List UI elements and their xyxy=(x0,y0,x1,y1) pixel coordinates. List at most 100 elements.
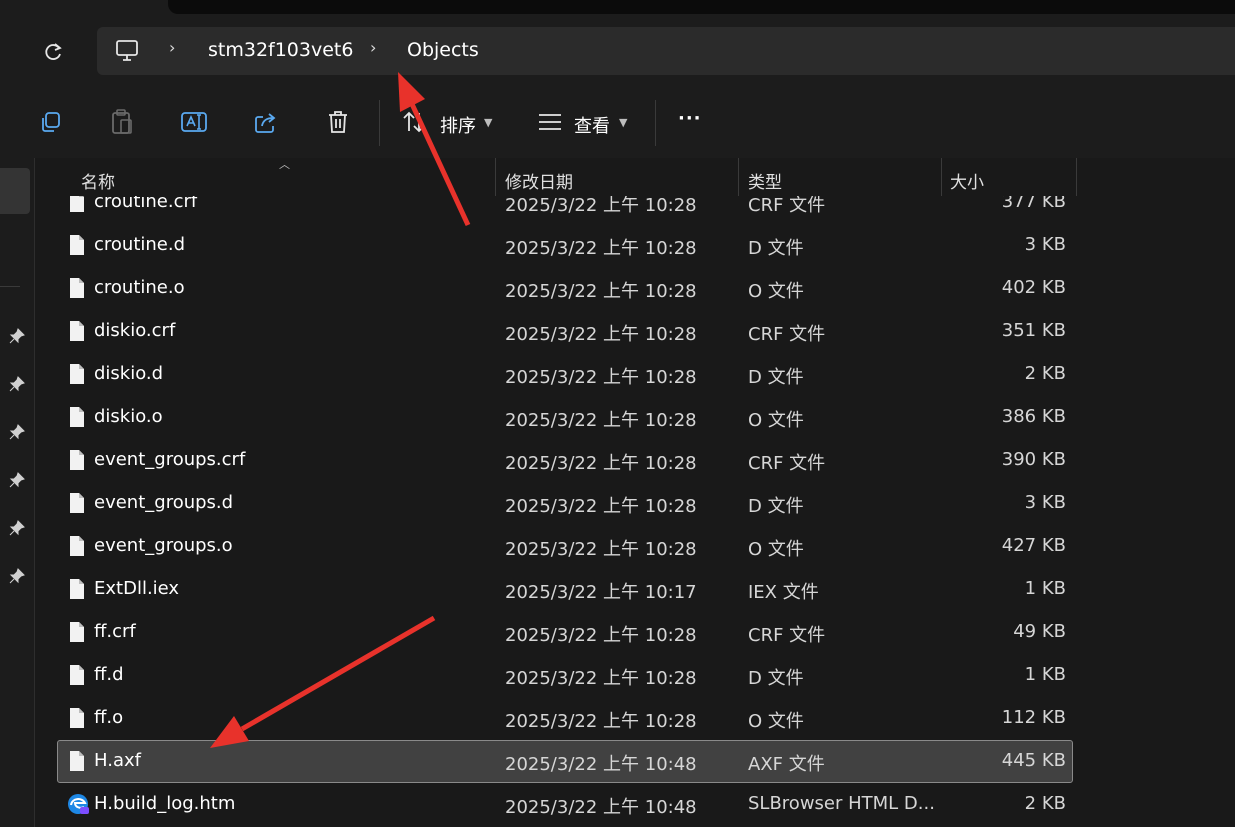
pin-icon[interactable] xyxy=(9,424,25,440)
file-row[interactable]: ExtDll.iex 2025/3/22 上午 10:17 IEX 文件 1 KB xyxy=(57,568,1073,611)
file-date: 2025/3/22 上午 10:28 xyxy=(505,625,697,646)
file-date: 2025/3/22 上午 10:48 xyxy=(505,797,697,818)
file-type: O 文件 xyxy=(748,539,804,560)
file-type: O 文件 xyxy=(748,711,804,732)
paste-icon xyxy=(112,109,132,134)
file-row[interactable]: event_groups.d 2025/3/22 上午 10:28 D 文件 3 KB xyxy=(57,482,1073,525)
file-date: 2025/3/22 上午 10:28 xyxy=(505,496,697,517)
breadcrumb-item-objects[interactable]: Objects xyxy=(407,39,479,61)
delete-button[interactable] xyxy=(322,106,354,138)
document-icon xyxy=(70,622,84,642)
share-button[interactable] xyxy=(250,106,282,138)
file-date: 2025/3/22 上午 10:28 xyxy=(505,410,697,431)
file-list: croutine.crf 2025/3/22 上午 10:28 CRF 文件 377 … xyxy=(35,158,1235,827)
sort-icon-button[interactable] xyxy=(398,106,430,138)
chevron-down-icon[interactable]: ▼ xyxy=(484,116,492,129)
file-date: 2025/3/22 上午 10:28 xyxy=(505,453,697,474)
file-row[interactable]: diskio.d 2025/3/22 上午 10:28 D 文件 2 KB xyxy=(57,353,1073,396)
sort-button[interactable]: 排序 xyxy=(440,112,476,138)
document-icon xyxy=(70,493,84,513)
refresh-button[interactable] xyxy=(38,37,68,67)
file-row[interactable]: H.build_log.htm 2025/3/22 上午 10:48 SLBrows… xyxy=(57,783,1073,826)
file-name: H.build_log.htm xyxy=(94,793,236,814)
column-header-bar: ︿ 名称 修改日期 类型 大小 xyxy=(35,158,1235,196)
file-name: event_groups.o xyxy=(94,535,233,556)
column-divider[interactable] xyxy=(1076,158,1077,196)
file-date: 2025/3/22 上午 10:28 xyxy=(505,539,697,560)
document-icon xyxy=(70,751,84,771)
file-row[interactable]: H.axf 2025/3/22 上午 10:48 AXF 文件 445 KB xyxy=(57,740,1073,783)
this-pc-icon[interactable] xyxy=(115,39,141,63)
file-row[interactable]: event_groups.o 2025/3/22 上午 10:28 O 文件 427 … xyxy=(57,525,1073,568)
rename-button[interactable] xyxy=(178,106,210,138)
file-size: 49 KB xyxy=(1013,621,1066,642)
breadcrumb-separator[interactable]: › xyxy=(169,38,175,57)
file-size: 386 KB xyxy=(1001,406,1066,427)
paste-button[interactable] xyxy=(106,106,138,138)
column-header-name[interactable]: 名称 xyxy=(71,158,495,196)
chevron-down-icon[interactable]: ▼ xyxy=(619,116,627,129)
document-icon xyxy=(70,407,84,427)
file-row[interactable]: croutine.d 2025/3/22 上午 10:28 D 文件 3 KB xyxy=(57,224,1073,267)
file-size: 2 KB xyxy=(1024,363,1066,384)
file-name: ExtDll.iex xyxy=(94,578,180,599)
file-name: diskio.o xyxy=(94,406,163,427)
toolbar-divider xyxy=(379,100,380,146)
sidebar-selected-item[interactable] xyxy=(0,168,30,214)
file-name: event_groups.crf xyxy=(94,449,246,470)
file-type: D 文件 xyxy=(748,496,804,517)
view-icon-button[interactable] xyxy=(534,106,566,138)
column-header-name-label: 名称 xyxy=(81,173,115,193)
file-type: O 文件 xyxy=(748,281,804,302)
file-name: H.axf xyxy=(94,750,141,771)
document-icon xyxy=(70,235,84,255)
file-row[interactable]: event_groups.crf 2025/3/22 上午 10:28 CRF 文件… xyxy=(57,439,1073,482)
document-icon xyxy=(70,665,84,685)
file-date: 2025/3/22 上午 10:28 xyxy=(505,668,697,689)
breadcrumb-item-stm32f103vet6[interactable]: stm32f103vet6 xyxy=(208,39,353,61)
pin-icon[interactable] xyxy=(9,376,25,392)
file-type: CRF 文件 xyxy=(748,625,826,646)
view-button[interactable]: 查看 xyxy=(574,112,610,138)
file-date: 2025/3/22 上午 10:28 xyxy=(505,281,697,302)
file-row[interactable]: diskio.o 2025/3/22 上午 10:28 O 文件 386 KB xyxy=(57,396,1073,439)
file-row[interactable]: ff.o 2025/3/22 上午 10:28 O 文件 112 KB xyxy=(57,697,1073,740)
copy-icon xyxy=(42,112,60,132)
document-icon xyxy=(70,450,84,470)
column-header-type[interactable]: 类型 xyxy=(739,158,941,196)
file-row[interactable]: ff.crf 2025/3/22 上午 10:28 CRF 文件 49 KB xyxy=(57,611,1073,654)
address-bar[interactable]: › stm32f103vet6 › Objects xyxy=(97,27,1235,75)
share-icon xyxy=(255,113,276,133)
file-row[interactable]: ff.d 2025/3/22 上午 10:28 D 文件 1 KB xyxy=(57,654,1073,697)
file-name: diskio.crf xyxy=(94,320,176,341)
document-icon xyxy=(70,579,84,599)
file-name: croutine.o xyxy=(94,277,185,298)
view-icon xyxy=(539,114,561,130)
file-name: ff.d xyxy=(94,664,124,685)
pin-icon[interactable] xyxy=(9,472,25,488)
pin-icon[interactable] xyxy=(9,520,25,536)
file-size: 3 KB xyxy=(1024,492,1066,513)
file-row[interactable]: croutine.o 2025/3/22 上午 10:28 O 文件 402 KB xyxy=(57,267,1073,310)
column-header-size[interactable]: 大小 xyxy=(942,158,1076,196)
command-bar: 排序 ▼ 查看 ▼ ··· xyxy=(0,86,1235,159)
file-row[interactable]: diskio.crf 2025/3/22 上午 10:28 CRF 文件 351 KB xyxy=(57,310,1073,353)
copy-button[interactable] xyxy=(34,106,66,138)
file-type: CRF 文件 xyxy=(748,453,826,474)
breadcrumb-separator[interactable]: › xyxy=(370,38,376,57)
document-icon xyxy=(70,321,84,341)
file-type: D 文件 xyxy=(748,367,804,388)
pin-icon[interactable] xyxy=(9,568,25,584)
column-header-date[interactable]: 修改日期 xyxy=(496,158,738,196)
pin-icon[interactable] xyxy=(9,328,25,344)
refresh-icon xyxy=(45,43,62,60)
file-size: 351 KB xyxy=(1001,320,1066,341)
toolbar-divider xyxy=(655,100,656,146)
file-name: ff.crf xyxy=(94,621,136,642)
file-size: 3 KB xyxy=(1024,234,1066,255)
more-options-button[interactable]: ··· xyxy=(678,108,702,129)
file-size: 402 KB xyxy=(1001,277,1066,298)
file-type: SLBrowser HTML D... xyxy=(748,793,935,814)
file-rows: croutine.crf 2025/3/22 上午 10:28 CRF 文件 377 … xyxy=(35,188,1235,827)
file-date: 2025/3/22 上午 10:48 xyxy=(505,754,697,775)
